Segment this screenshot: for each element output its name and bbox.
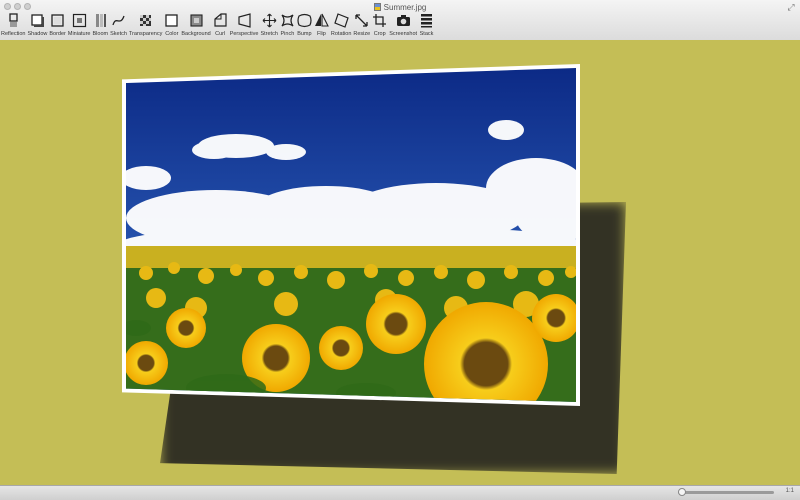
bloom-icon [93, 11, 108, 28]
tool-reflection-button[interactable]: Reflection [0, 11, 26, 39]
tool-label: Sketch [110, 31, 127, 37]
sunflower-photo-image [126, 68, 576, 402]
reflection-icon [6, 11, 21, 28]
tool-border-button[interactable]: Border [48, 11, 67, 39]
perspective-icon [237, 11, 252, 28]
window-chrome: Summer.jpg ⤢ Reflection Shadow Border Minia… [0, 0, 800, 41]
transparency-icon [138, 11, 153, 28]
tool-bump-button[interactable]: Bump [296, 11, 313, 39]
tool-resize-button[interactable]: Resize [352, 11, 371, 39]
tool-color-button[interactable]: Color [163, 11, 180, 39]
tool-curl-button[interactable]: Curl [212, 11, 229, 39]
pinch-icon [280, 11, 295, 28]
rotation-icon [333, 11, 349, 28]
tool-stretch-button[interactable]: Stretch [259, 11, 278, 39]
tool-crop-button[interactable]: Crop [371, 11, 388, 39]
camera-icon [396, 11, 411, 28]
tool-label: Perspective [229, 31, 259, 37]
miniature-icon [72, 11, 87, 28]
tool-label: Curl [215, 31, 226, 37]
tool-label: Flip [316, 31, 326, 37]
shadow-icon [30, 11, 45, 28]
status-bar: 1:1 [0, 485, 800, 500]
tool-label: Rotation [330, 31, 352, 37]
app-window: Summer.jpg ⤢ Reflection Shadow Border Minia… [0, 0, 800, 500]
tool-label: Reflection [1, 31, 26, 37]
tool-stack-button[interactable]: Stack [418, 11, 435, 39]
zoom-slider-knob[interactable] [678, 488, 686, 496]
image-canvas[interactable] [0, 40, 800, 486]
bump-icon [297, 11, 312, 28]
resize-icon [354, 11, 369, 28]
tool-label: Bloom [92, 31, 109, 37]
zoom-slider[interactable] [678, 488, 774, 496]
tool-label: Bump [297, 31, 312, 37]
tool-label: Color [165, 31, 179, 37]
tool-rotation-button[interactable]: Rotation [330, 11, 353, 39]
flip-icon [314, 11, 329, 28]
tool-label: Border [49, 31, 66, 37]
stack-icon [419, 11, 434, 28]
tool-miniature-button[interactable]: Miniature [67, 11, 92, 39]
color-icon [164, 11, 179, 28]
zoom-label: 1:1 [785, 488, 794, 494]
tool-pinch-button[interactable]: Pinch [279, 11, 296, 39]
tool-label: Crop [373, 31, 386, 37]
tool-label: Screenshot [389, 31, 418, 37]
tool-label: Resize [353, 31, 371, 37]
tool-label: Pinch [280, 31, 295, 37]
stretch-icon [262, 11, 277, 28]
tool-label: Miniature [67, 31, 91, 37]
document-icon [373, 3, 381, 11]
tool-label: Stack [419, 31, 434, 37]
border-icon [50, 11, 65, 28]
tool-flip-button[interactable]: Flip [313, 11, 330, 39]
tool-bloom-button[interactable]: Bloom [92, 11, 110, 39]
tool-screenshot-button[interactable]: Screenshot [388, 11, 418, 39]
sunflower-photo [126, 68, 576, 402]
tool-background-button[interactable]: Background [180, 11, 211, 39]
sketch-icon [111, 11, 126, 28]
tool-label: Stretch [260, 31, 278, 37]
background-icon [189, 11, 204, 28]
tool-shadow-button[interactable]: Shadow [26, 11, 48, 39]
tool-perspective-button[interactable]: Perspective [229, 11, 260, 39]
tool-label: Shadow [27, 31, 48, 37]
tool-transparency-button[interactable]: Transparency [128, 11, 163, 39]
toolbar: Reflection Shadow Border Miniature Bloom Sket… [0, 11, 800, 39]
curl-icon [213, 11, 228, 28]
tool-label: Background [181, 31, 211, 37]
tool-label: Transparency [128, 31, 163, 37]
tool-sketch-button[interactable]: Sketch [109, 11, 128, 39]
crop-icon [372, 11, 387, 28]
photo-border [122, 64, 580, 406]
